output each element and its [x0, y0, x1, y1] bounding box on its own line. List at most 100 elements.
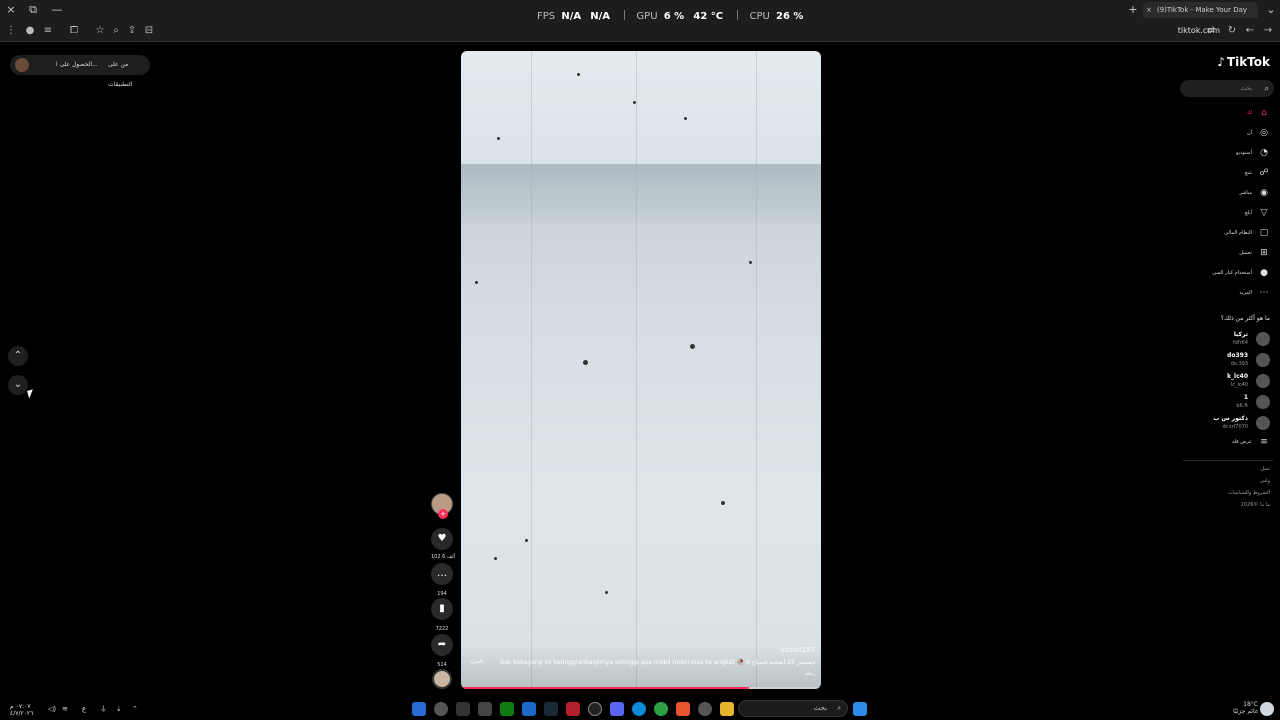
usb-icon[interactable]: ⇣	[116, 702, 122, 716]
sidebar-item-label: أستوديو	[1236, 150, 1252, 156]
steam-icon[interactable]	[544, 702, 558, 716]
app-icon[interactable]	[522, 702, 536, 716]
sidebar-item-6[interactable]: النظام المالي ▢	[1150, 225, 1270, 241]
restore-icon[interactable]: ⧉	[24, 2, 42, 18]
avatar	[1256, 353, 1270, 367]
profile-icon[interactable]: ●	[22, 23, 38, 39]
video-frame-line	[756, 51, 757, 689]
get-app-link[interactable]: الحصول على ا...	[56, 55, 98, 75]
bookmark-star-icon[interactable]: ☆	[92, 23, 108, 39]
footer-copyright: 2026© ما ما	[1240, 502, 1270, 508]
volume-icon[interactable]: ◁)	[48, 702, 56, 716]
next-video-button[interactable]: ⌄	[8, 375, 28, 395]
save-action[interactable]: ▮ 7222	[431, 598, 453, 632]
brave-icon[interactable]	[676, 702, 690, 716]
music-disc-icon[interactable]	[432, 669, 452, 689]
comment-action[interactable]: … 194	[431, 563, 453, 597]
search-icon[interactable]: ⌕	[1265, 80, 1269, 97]
debris-speck	[525, 539, 528, 542]
tray-overflow-icon[interactable]: ⌃	[132, 702, 138, 716]
mic-icon[interactable]: ⏚	[100, 702, 107, 716]
weather-temp: 18°C	[1243, 701, 1258, 708]
reload-icon[interactable]: ↻	[1224, 23, 1240, 39]
comment-icon[interactable]: …	[431, 563, 453, 585]
zoom-icon[interactable]: ⌕	[108, 23, 124, 39]
sidebar-item-8[interactable]: أستخدام كبار السن ●	[1150, 265, 1270, 281]
sidebar-item-label: أستخدام كبار السن	[1212, 270, 1252, 276]
video-progress-bar[interactable]	[461, 687, 821, 689]
app-icon[interactable]	[478, 702, 492, 716]
new-tab-button[interactable]: +	[1124, 2, 1142, 18]
footer-link[interactable]: الشروط والسياسات	[1228, 490, 1270, 496]
app-promo-banner[interactable]: الحصول على ا... من على التطبيقات	[10, 55, 150, 88]
tray-clock[interactable]: ٠٧:٠٧ م ٤/٧/٢٠٢٦	[10, 703, 33, 717]
video-music[interactable]: رحلة	[805, 671, 815, 677]
taskbar-search-label: بحث	[813, 704, 827, 712]
sidebar-item-label: أن	[1246, 130, 1252, 136]
suggested-account[interactable]: do393 do.393	[1150, 351, 1270, 371]
see-more-accounts[interactable]: عرض قله ≡	[1150, 434, 1270, 450]
taskbar-search[interactable]: ⌕ بحث	[738, 700, 848, 717]
caption-more-link[interactable]: المزيد	[470, 659, 483, 665]
close-icon[interactable]: ×	[2, 2, 20, 18]
app-icon[interactable]	[412, 702, 426, 716]
app-icon[interactable]	[456, 702, 470, 716]
share-icon[interactable]: ⇪	[124, 23, 140, 39]
forward-icon[interactable]: →	[1260, 23, 1276, 39]
footer-link[interactable]: تسل	[1260, 466, 1270, 472]
heart-icon[interactable]: ♥	[431, 528, 453, 550]
sidebar-item-icon: ⌂	[1261, 108, 1267, 118]
search-input[interactable]: بحث ⌕	[1180, 80, 1274, 97]
weather-cloud-icon	[1260, 702, 1274, 716]
suggested-account[interactable]: 1 b6.ft	[1150, 393, 1270, 413]
xbox-icon[interactable]	[500, 702, 514, 716]
extensions-icon[interactable]: ⧠	[66, 23, 82, 39]
sidebar-item-label: النظام المالي	[1224, 230, 1252, 236]
like-action[interactable]: ♥ 102.6 ألف	[431, 528, 455, 560]
bookmark-icon[interactable]: ▮	[431, 598, 453, 620]
share-arrow-icon[interactable]: ➦	[431, 634, 453, 656]
tiktok-logo[interactable]: ♪ TikTok	[1217, 55, 1270, 69]
video-author[interactable]: vsdan157	[781, 646, 815, 654]
sidebar-item-9[interactable]: المزيد ⋯	[1150, 285, 1270, 301]
suggested-account[interactable]: k_lc40 lc_lc40	[1150, 372, 1270, 392]
footer-link[interactable]: ولس	[1260, 478, 1270, 484]
edge-icon[interactable]	[632, 702, 646, 716]
app-icon[interactable]	[588, 702, 602, 716]
sidebar-item-5[interactable]: أبلغ ▽	[1150, 205, 1270, 221]
site-settings-icon[interactable]: ⇄	[1203, 23, 1219, 39]
chrome-icon[interactable]	[654, 702, 668, 716]
sidebar-item-label: مباشر	[1239, 190, 1252, 196]
sidebar-item-4[interactable]: مباشر ◉	[1150, 185, 1270, 201]
share-action[interactable]: ➦ 514	[431, 634, 453, 668]
reading-list-icon[interactable]: ≡	[40, 23, 56, 39]
tab-menu-icon[interactable]: ⌄	[1262, 2, 1280, 18]
suggested-account[interactable]: دكتور س ب dr.srf7070	[1150, 414, 1270, 434]
previous-video-button[interactable]: ⌃	[8, 346, 28, 366]
sidebar-item-7[interactable]: تحميل ⊞	[1150, 245, 1270, 261]
weather-widget[interactable]: 18°C غائم جزئيًا	[1233, 701, 1258, 715]
windows-start-icon[interactable]	[853, 702, 867, 716]
tab-tiktok[interactable]: × (9)TikTok - Make Your Day	[1143, 2, 1258, 18]
file-explorer-icon[interactable]	[720, 702, 734, 716]
settings-icon[interactable]	[698, 702, 712, 716]
minimize-icon[interactable]: —	[48, 2, 66, 18]
media-player-icon[interactable]	[434, 702, 448, 716]
sidebar-item-2[interactable]: أستوديو ◔	[1150, 145, 1270, 161]
debris-speck	[494, 557, 497, 560]
discord-icon[interactable]	[610, 702, 624, 716]
install-app-icon[interactable]: ⊟	[141, 23, 157, 39]
app-icon[interactable]	[566, 702, 580, 716]
language-indicator[interactable]: ع	[82, 702, 86, 716]
follow-button[interactable]: +	[438, 509, 448, 519]
menu-dots-icon[interactable]: ⋮	[3, 23, 19, 39]
sidebar-item-3[interactable]: تتبع ☍	[1150, 165, 1270, 181]
suggested-account[interactable]: تركيا fdfr64	[1150, 330, 1270, 350]
sidebar-item-1[interactable]: أن ◎	[1150, 125, 1270, 141]
video-player[interactable]: vsdan157 Gak kebayang ini ketinggianbanj…	[461, 51, 821, 689]
wifi-icon[interactable]: ≋	[62, 702, 68, 716]
tab-close-icon[interactable]: ×	[1146, 2, 1152, 18]
sidebar-item-0[interactable]: لك ⌂	[1150, 105, 1270, 121]
back-icon[interactable]: ←	[1242, 23, 1258, 39]
sidebar-item-icon: ▢	[1259, 228, 1269, 238]
